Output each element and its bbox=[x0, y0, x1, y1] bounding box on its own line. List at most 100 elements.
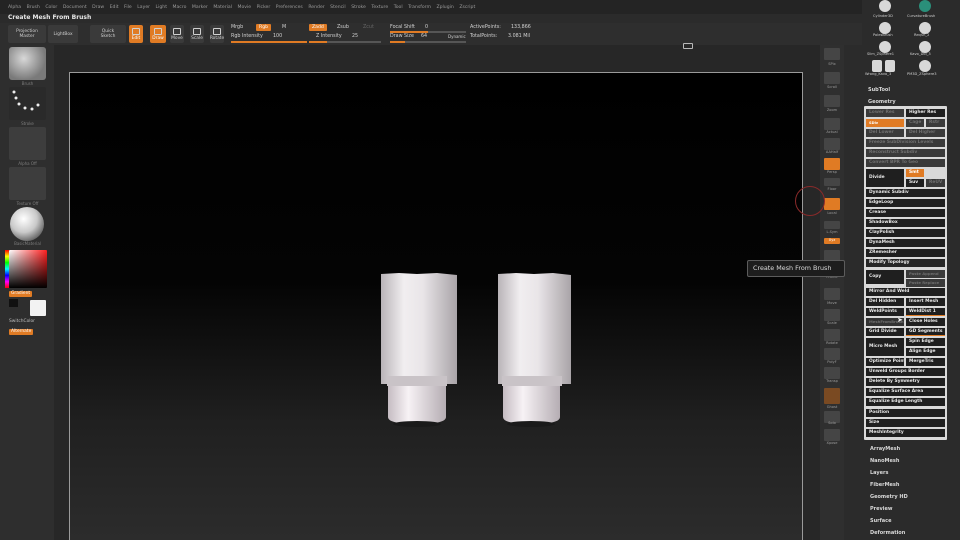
menu-draw[interactable]: Draw bbox=[92, 5, 104, 10]
position-header[interactable]: Position bbox=[866, 409, 945, 417]
quick-sketch-button[interactable]: Quick Sketch bbox=[90, 25, 126, 43]
edit-button[interactable]: Edit bbox=[129, 25, 143, 43]
del-higher-button[interactable]: Del Higher bbox=[906, 129, 945, 137]
lightbox-button[interactable]: LightBox bbox=[48, 25, 78, 43]
ghost-button[interactable] bbox=[824, 388, 840, 404]
zsub-toggle[interactable]: Zsub bbox=[337, 25, 349, 30]
paste-replace-button[interactable]: Paste Replace bbox=[906, 279, 945, 287]
menu-tool[interactable]: Tool bbox=[394, 5, 403, 10]
shadowbox-button[interactable]: ShadowBox bbox=[866, 219, 945, 227]
secondary-color-swatch[interactable] bbox=[9, 299, 18, 307]
menu-preferences[interactable]: Preferences bbox=[276, 5, 303, 10]
rgb-intensity-slider[interactable] bbox=[231, 41, 307, 43]
menu-texture[interactable]: Texture bbox=[371, 5, 388, 10]
geometry-hd-header[interactable]: Geometry HD bbox=[870, 494, 908, 500]
paste-append-button[interactable]: Paste Append bbox=[906, 270, 945, 278]
tool-wrong-kavo-icon[interactable] bbox=[872, 60, 882, 72]
mirror-and-weld-button[interactable]: Mirror And Weld bbox=[866, 288, 945, 296]
switch-color-button[interactable]: SwitchColor bbox=[9, 319, 35, 324]
material-thumbnail[interactable] bbox=[10, 207, 44, 241]
texture-thumbnail[interactable] bbox=[9, 167, 46, 200]
suv-toggle[interactable]: Suv bbox=[906, 179, 924, 187]
floor-button[interactable] bbox=[824, 178, 840, 186]
draw-size-slider[interactable] bbox=[390, 41, 466, 43]
projection-master-button[interactable]: Projection Master bbox=[8, 25, 46, 43]
subtool-header[interactable]: SubTool bbox=[868, 87, 890, 93]
menu-movie[interactable]: Movie bbox=[237, 5, 251, 10]
menu-picker[interactable]: Picker bbox=[257, 5, 271, 10]
brush-thumbnail[interactable] bbox=[9, 47, 46, 80]
menu-light[interactable]: Light bbox=[156, 5, 167, 10]
alpha-thumbnail[interactable] bbox=[9, 127, 46, 160]
equalize-surface-area-button[interactable]: Equalize Surface Area bbox=[866, 388, 945, 396]
scale-button[interactable]: Scale bbox=[190, 25, 204, 43]
color-picker[interactable] bbox=[9, 250, 47, 288]
copy-button[interactable]: Copy bbox=[866, 270, 904, 284]
lsym-button[interactable] bbox=[824, 221, 840, 229]
menu-stroke[interactable]: Stroke bbox=[351, 5, 366, 10]
menu-file[interactable]: File bbox=[124, 5, 132, 10]
dynamic-toggle[interactable]: Dynamic bbox=[448, 34, 466, 39]
gradient-button[interactable]: Gradient bbox=[9, 291, 33, 297]
mergetris-button[interactable]: MergeTris bbox=[906, 358, 945, 366]
menu-zplugin[interactable]: Zplugin bbox=[436, 5, 453, 10]
primary-color-swatch[interactable] bbox=[30, 300, 46, 316]
draw-button[interactable]: Draw bbox=[150, 25, 166, 43]
move-button[interactable]: Move bbox=[170, 25, 184, 43]
alternate-button[interactable]: Alternate bbox=[9, 329, 34, 335]
zoom-button[interactable] bbox=[824, 95, 840, 107]
local-button[interactable] bbox=[824, 198, 840, 210]
fibermesh-header[interactable]: FiberMesh bbox=[870, 482, 899, 488]
convert-bpr-button[interactable]: Convert BPR To Geo bbox=[866, 159, 945, 167]
scale-view-button[interactable] bbox=[824, 309, 840, 321]
preview-header[interactable]: Preview bbox=[870, 506, 893, 512]
zcut-toggle[interactable]: Zcut bbox=[363, 25, 374, 30]
actual-button[interactable] bbox=[824, 118, 840, 130]
zremesher-button[interactable]: ZRemesher bbox=[866, 249, 945, 257]
close-holes-button[interactable]: Close Holes bbox=[906, 318, 945, 326]
layers-header[interactable]: Layers bbox=[870, 470, 889, 476]
menu-edit[interactable]: Edit bbox=[110, 5, 119, 10]
modify-topology-header[interactable]: Modify Topology bbox=[866, 259, 945, 267]
welddist-slider[interactable]: WeldDist 1 bbox=[906, 308, 945, 316]
gd-segments-slider[interactable]: GD Segments bbox=[906, 328, 945, 336]
mrgb-toggle[interactable]: Mrgb bbox=[231, 25, 243, 30]
menu-marker[interactable]: Marker bbox=[192, 5, 208, 10]
rotate-button[interactable]: Rotate bbox=[210, 25, 224, 43]
dynamic-subdiv-button[interactable]: Dynamic Subdiv bbox=[866, 189, 945, 197]
tool-wrong-kavo-icon-2[interactable] bbox=[885, 60, 895, 72]
optimize-points-button[interactable]: Optimize Points bbox=[866, 358, 904, 366]
close-canvas-icon[interactable] bbox=[683, 43, 693, 49]
m-toggle[interactable]: M bbox=[282, 25, 286, 30]
sdiv-slider[interactable]: SDiv bbox=[866, 119, 904, 127]
aahalf-button[interactable] bbox=[824, 138, 840, 150]
menu-macro[interactable]: Macro bbox=[173, 5, 187, 10]
menu-document[interactable]: Document bbox=[63, 5, 87, 10]
size-header[interactable]: Size bbox=[866, 419, 945, 427]
spix-button[interactable] bbox=[824, 48, 840, 60]
menu-layer[interactable]: Layer bbox=[137, 5, 150, 10]
stroke-thumbnail[interactable] bbox=[9, 87, 46, 120]
transp-button[interactable] bbox=[824, 367, 840, 379]
delete-by-symmetry-button[interactable]: Delete By Symmetry bbox=[866, 378, 945, 386]
menu-alpha[interactable]: Alpha bbox=[8, 5, 21, 10]
tool-pm3d-icon[interactable] bbox=[919, 60, 931, 72]
z-intensity-slider[interactable] bbox=[309, 41, 381, 43]
tool-cylinder-icon[interactable] bbox=[879, 0, 891, 12]
menu-brush[interactable]: Brush bbox=[27, 5, 40, 10]
scroll-button[interactable] bbox=[824, 72, 840, 84]
insert-mesh-button[interactable]: Insert Mesh bbox=[906, 298, 945, 306]
reconstruct-subdiv-button[interactable]: Reconstruct Subdiv bbox=[866, 149, 945, 157]
deformation-header[interactable]: Deformation bbox=[870, 530, 905, 536]
polyf-button[interactable] bbox=[824, 348, 840, 360]
move-view-button[interactable] bbox=[824, 288, 840, 300]
surface-header[interactable]: Surface bbox=[870, 518, 892, 524]
nanomesh-header[interactable]: NanoMesh bbox=[870, 458, 899, 464]
equalize-edge-length-button[interactable]: Equalize Edge Length bbox=[866, 398, 945, 406]
micro-mesh-button[interactable]: Micro Mesh bbox=[866, 338, 904, 356]
freeze-subdivision-button[interactable]: Freeze SubDivision Levels bbox=[866, 139, 945, 147]
claypolish-button[interactable]: ClayPolish bbox=[866, 229, 945, 237]
cage-button[interactable]: Cage bbox=[906, 119, 924, 127]
rgb-toggle[interactable]: Rgb bbox=[256, 24, 272, 31]
reuv-toggle[interactable]: ReUV bbox=[926, 179, 945, 187]
